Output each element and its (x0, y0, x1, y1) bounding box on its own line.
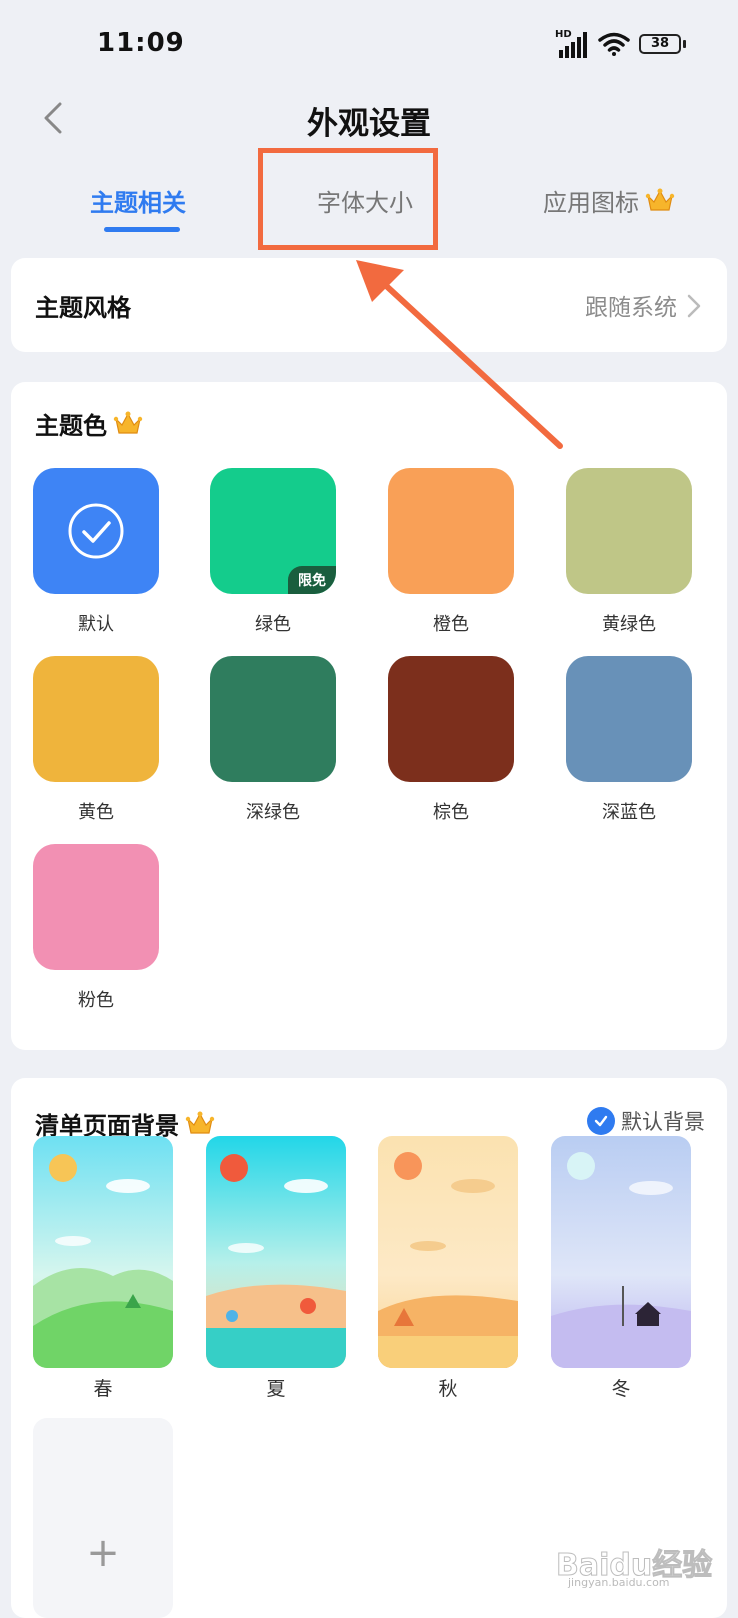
background-summer[interactable] (206, 1136, 346, 1368)
tab-theme-label: 主题相关 (90, 189, 186, 217)
swatch-label: 默认 (78, 614, 114, 635)
winter-landscape-image (551, 1136, 691, 1368)
tab-app-icon[interactable]: 应用图标 (543, 183, 675, 218)
background-label: 夏 (266, 1378, 286, 1400)
signal-icon (559, 32, 587, 58)
list-background-card: 清单页面背景 默认背景 春 夏 秋 冬 + (11, 1078, 727, 1618)
swatch-green[interactable]: 限免 (210, 468, 336, 594)
swatch-label: 深蓝色 (602, 802, 656, 823)
swatch-label: 棕色 (433, 802, 469, 823)
swatch-brown[interactable] (388, 656, 514, 782)
theme-style-row[interactable]: 主题风格 跟随系统 (11, 258, 727, 352)
tab-app-icon-label: 应用图标 (543, 189, 639, 217)
free-badge: 限免 (288, 566, 336, 594)
watermark-url: jingyan.baidu.com (568, 1576, 670, 1589)
swatch-default[interactable] (33, 468, 159, 594)
wifi-icon (598, 32, 630, 56)
chevron-right-icon (687, 294, 701, 318)
theme-color-title: 主题色 (35, 406, 143, 441)
crown-icon (113, 411, 143, 434)
background-autumn[interactable] (378, 1136, 518, 1368)
swatch-label: 粉色 (78, 990, 114, 1011)
swatch-label: 橙色 (433, 614, 469, 635)
spring-landscape-image (33, 1136, 173, 1368)
background-winter[interactable] (551, 1136, 691, 1368)
theme-style-label: 主题风格 (35, 294, 131, 322)
default-background-toggle[interactable]: 默认背景 (587, 1106, 705, 1136)
annotation-highlight-box (258, 148, 438, 250)
background-label: 冬 (611, 1378, 631, 1400)
checkmark-icon (68, 503, 124, 559)
swatch-label: 黄色 (78, 802, 114, 823)
theme-color-card: 主题色 默认 限免 绿色 橙色 黄绿色 黄色 深绿色 棕色 深蓝色 粉色 (11, 382, 727, 1050)
swatch-label: 深绿色 (246, 802, 300, 823)
battery-level: 38 (650, 36, 670, 51)
swatch-label: 绿色 (255, 614, 291, 635)
autumn-landscape-image (378, 1136, 518, 1368)
theme-style-value: 跟随系统 (585, 295, 677, 321)
swatch-dark-blue[interactable] (566, 656, 692, 782)
crown-icon (645, 188, 675, 211)
background-label: 秋 (438, 1378, 458, 1400)
checkbox-checked-icon (587, 1107, 615, 1135)
battery-tip (683, 40, 686, 48)
crown-icon (185, 1111, 215, 1134)
background-label: 春 (93, 1378, 113, 1400)
page-title: 外观设置 (307, 106, 431, 142)
background-spring[interactable] (33, 1136, 173, 1368)
swatch-label: 黄绿色 (602, 614, 656, 635)
battery-icon: 38 (639, 34, 681, 54)
active-tab-indicator (104, 227, 180, 232)
plus-icon: + (86, 1530, 120, 1576)
summer-landscape-image (206, 1136, 346, 1368)
tab-theme[interactable]: 主题相关 (90, 183, 186, 218)
status-bar: 11:09 HD 38 (0, 0, 738, 90)
status-time: 11:09 (97, 28, 185, 58)
add-background-button[interactable]: + (33, 1418, 173, 1618)
swatch-orange[interactable] (388, 468, 514, 594)
swatch-pink[interactable] (33, 844, 159, 970)
swatch-yellow[interactable] (33, 656, 159, 782)
swatch-dark-green[interactable] (210, 656, 336, 782)
theme-color-title-text: 主题色 (35, 412, 107, 440)
default-background-label: 默认背景 (621, 1110, 705, 1134)
swatch-yellow-green[interactable] (566, 468, 692, 594)
